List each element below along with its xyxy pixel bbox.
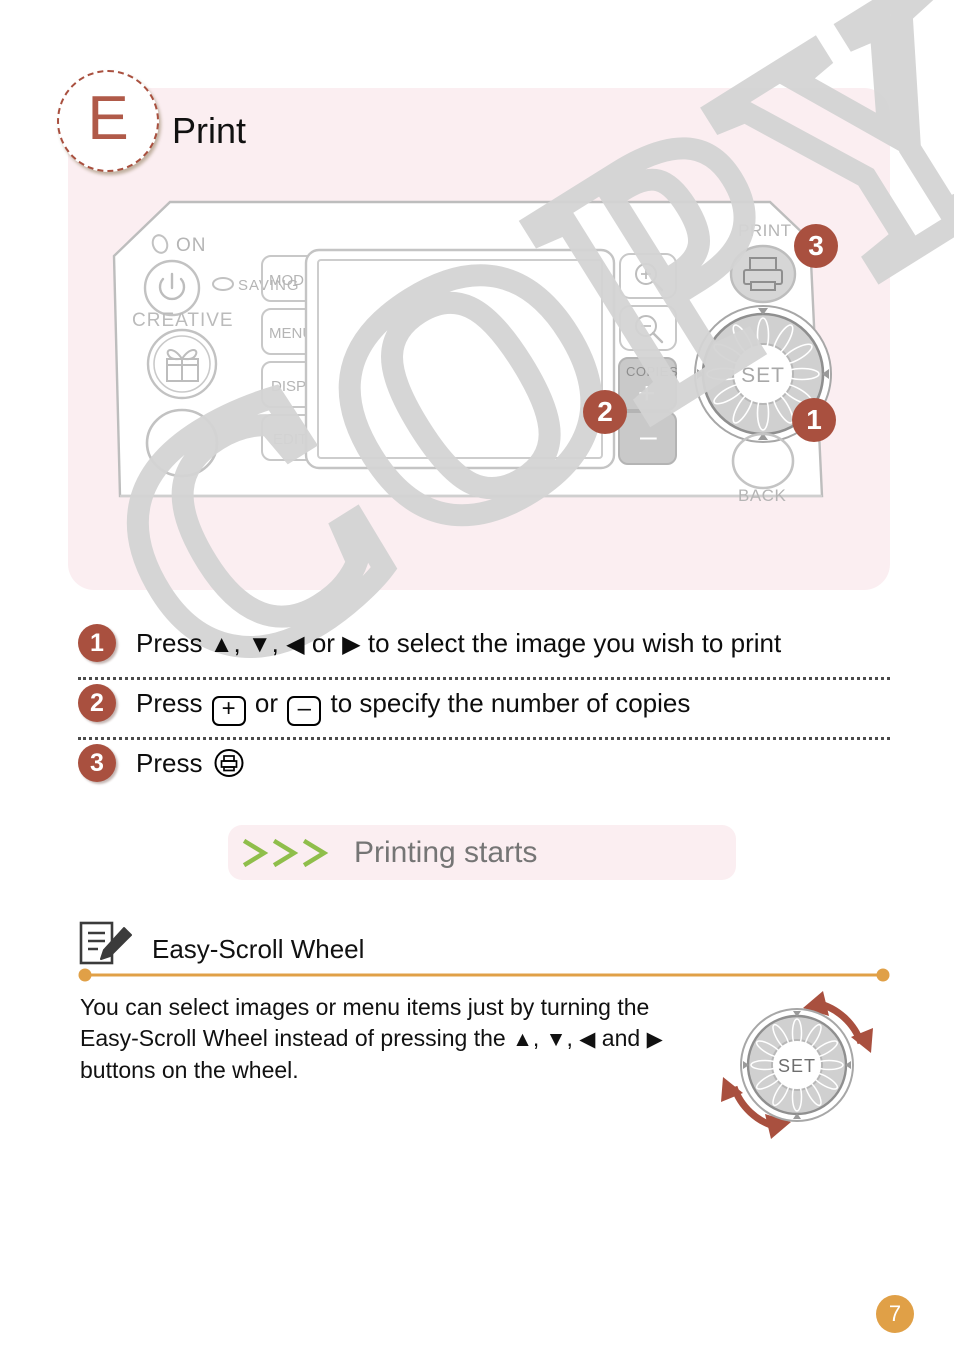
svg-text:CREATIVE: CREATIVE <box>132 310 234 331</box>
tip-line-1: You can select images or menu items just… <box>80 994 650 1020</box>
down-arrow-icon: ▼ <box>545 1028 567 1051</box>
chevrons-icon <box>240 834 350 872</box>
note-pencil-icon <box>78 920 134 973</box>
right-arrow-icon: ▶ <box>342 631 361 658</box>
plus-button-icon: + <box>211 696 246 726</box>
step-row-3: 3 Press <box>78 740 890 797</box>
section-letter: E <box>87 84 129 153</box>
callout-badge-1: 1 <box>792 398 836 442</box>
step3-prefix: Press <box>136 748 210 778</box>
step-text-3: Press <box>136 740 244 786</box>
step1-prefix: Press <box>136 628 210 658</box>
svg-text:BACK: BACK <box>738 486 786 505</box>
step-badge-2: 2 <box>78 684 116 722</box>
copies-minus-button: – <box>618 411 677 465</box>
svg-text:–: – <box>640 420 657 453</box>
step-row-2: 2 Press + or – to specify the number of … <box>78 680 890 737</box>
step-badge-3: 3 <box>78 744 116 782</box>
callout-badge-2: 2 <box>583 390 627 434</box>
page-number-badge: 7 <box>876 1295 914 1333</box>
section-letter-badge: E <box>57 70 159 172</box>
tip-title: Easy-Scroll Wheel <box>152 934 365 964</box>
printer-illustration: ON SAVING CREATIVE MODE MENU DISP. EDIT … <box>110 196 850 526</box>
up-arrow-icon: ▲ <box>209 631 234 658</box>
down-arrow-icon: ▼ <box>247 631 272 658</box>
printing-starts-banner: Printing starts <box>228 825 736 880</box>
left-arrow-icon: ◀ <box>286 631 305 658</box>
step-text-2: Press + or – to specify the number of co… <box>136 680 690 726</box>
svg-text:SET: SET <box>741 364 785 387</box>
lcd-screen <box>304 248 616 470</box>
step1-suffix: to select the image you wish to print <box>360 628 782 658</box>
left-arrow-icon: ◀ <box>579 1028 596 1051</box>
svg-text:EDIT: EDIT <box>273 431 307 448</box>
step2-suffix: to specify the number of copies <box>323 688 691 718</box>
step-text-1: Press ▲, ▼, ◀ or ▶ to select the image y… <box>136 620 781 668</box>
easy-scroll-wheel-illustration: SET <box>705 975 890 1155</box>
step2-sep1: or <box>247 688 286 718</box>
up-arrow-icon: ▲ <box>512 1028 533 1051</box>
svg-text:ON: ON <box>176 235 207 256</box>
minus-button-icon: – <box>287 696 322 726</box>
tip-sep-2: , <box>566 1025 580 1051</box>
step-row-1: 1 Press ▲, ▼, ◀ or ▶ to select the image… <box>78 620 890 677</box>
step1-sep2: , <box>271 628 287 658</box>
step1-sep3: or <box>304 628 343 658</box>
print-button <box>729 244 797 304</box>
step2-prefix: Press <box>136 688 210 718</box>
print-button-icon <box>214 746 244 777</box>
svg-text:DISP.: DISP. <box>271 378 308 395</box>
svg-text:PRINT: PRINT <box>738 221 792 240</box>
callout-badge-3: 3 <box>794 224 838 268</box>
tip-body-text: You can select images or menu items just… <box>80 992 720 1086</box>
step1-sep1: , <box>233 628 248 658</box>
copies-plus-button: COPIES + <box>618 357 678 411</box>
tip-line-2a: Easy-Scroll Wheel instead of pressing th… <box>80 1025 513 1051</box>
page-title: Print <box>172 110 247 151</box>
step-list: 1 Press ▲, ▼, ◀ or ▶ to select the image… <box>78 620 890 797</box>
tip-sep-3: and <box>595 1025 647 1051</box>
step-badge-1: 1 <box>78 624 116 662</box>
right-arrow-icon: ▶ <box>646 1028 663 1051</box>
printing-starts-label: Printing starts <box>354 835 538 869</box>
wheel-set-label: SET <box>778 1056 816 1076</box>
tip-sep-1: , <box>532 1025 546 1051</box>
tip-line-3: buttons on the wheel. <box>80 1057 299 1083</box>
svg-text:+: + <box>638 377 656 410</box>
